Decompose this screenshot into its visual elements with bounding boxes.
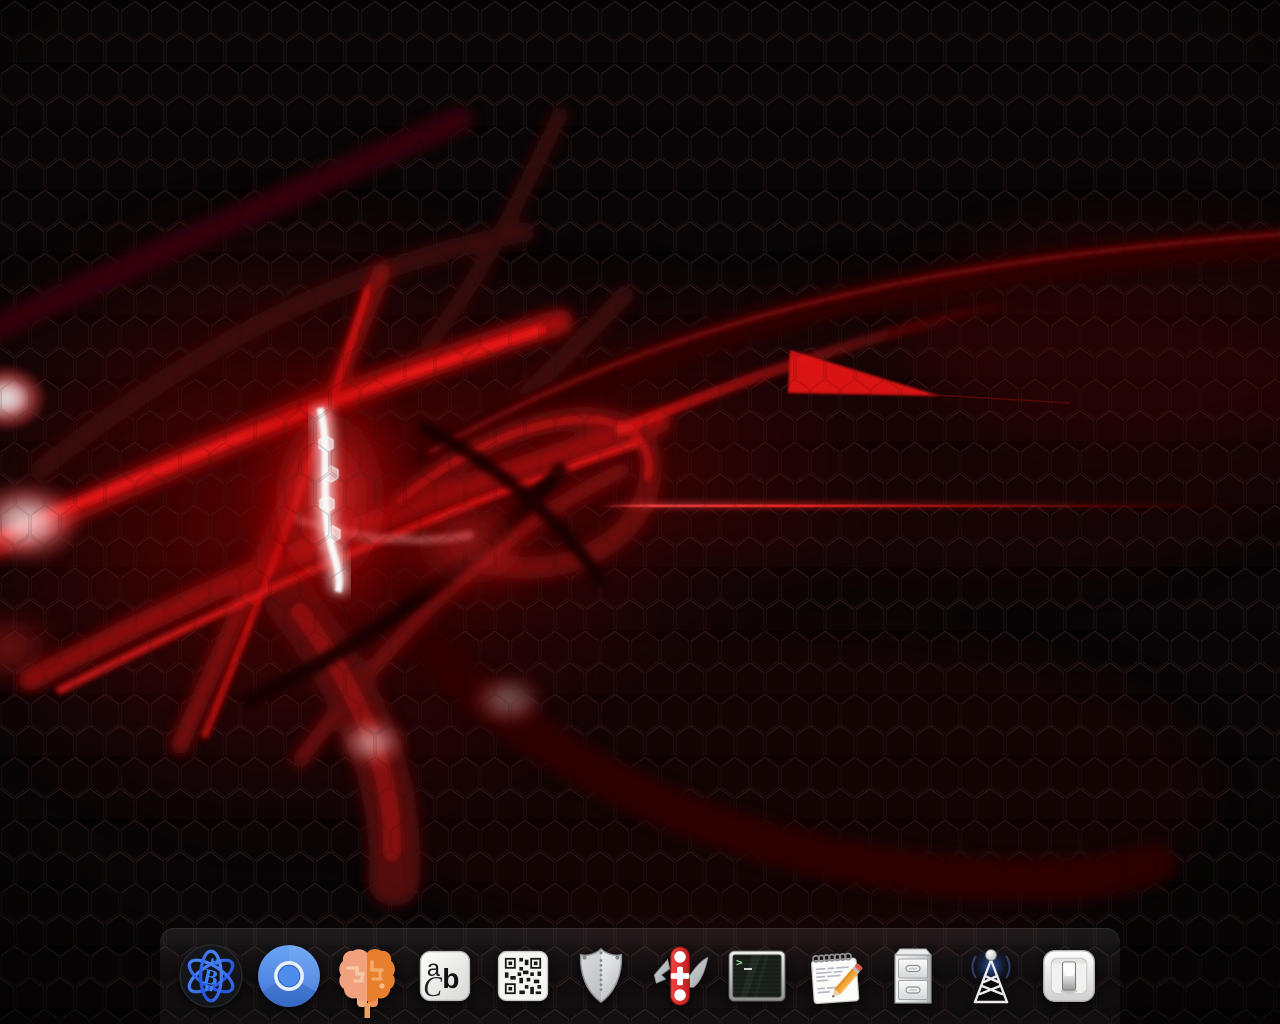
light-switch-icon — [1039, 946, 1099, 1006]
font-letters-abc-icon: a b C — [416, 947, 474, 1005]
swiss-army-knife-icon — [646, 943, 712, 1009]
dock-item-text-editor[interactable] — [802, 938, 868, 1014]
dock-item-web-browser[interactable] — [256, 938, 322, 1014]
dock-items: B — [160, 928, 1120, 1024]
dock: B — [0, 926, 1280, 1024]
dock-item-multi-tool[interactable] — [646, 938, 712, 1014]
brain-circuit-icon — [335, 945, 399, 1019]
radio-tower-icon — [959, 944, 1023, 1008]
svg-text:C: C — [423, 972, 442, 1003]
terminal-prompt-icon: > — [725, 944, 789, 1008]
metal-shield-icon — [570, 945, 632, 1007]
desktop: B — [0, 0, 1280, 1024]
svg-text:b: b — [442, 963, 459, 994]
dock-item-network-antenna[interactable] — [958, 938, 1024, 1014]
svg-text:>: > — [736, 956, 743, 969]
dock-item-power-switch[interactable] — [1036, 938, 1102, 1014]
desktop-wallpaper — [0, 0, 1280, 1024]
dock-item-file-manager[interactable] — [880, 938, 946, 1014]
dock-item-brain-app[interactable] — [334, 938, 400, 1014]
dock-item-qr-code-tool[interactable] — [490, 938, 556, 1014]
dock-item-crypto-wallet[interactable]: B — [178, 938, 244, 1014]
notepad-pencil-icon — [802, 943, 868, 1009]
chromium-browser-icon — [256, 943, 322, 1009]
qr-code-icon — [494, 947, 552, 1005]
dock-item-font-viewer[interactable]: a b C — [412, 938, 478, 1014]
file-cabinet-icon — [881, 944, 945, 1008]
dock-item-security-shield[interactable] — [568, 938, 634, 1014]
atom-bitcoin-icon: B — [178, 943, 244, 1009]
dock-item-terminal[interactable]: > — [724, 938, 790, 1014]
